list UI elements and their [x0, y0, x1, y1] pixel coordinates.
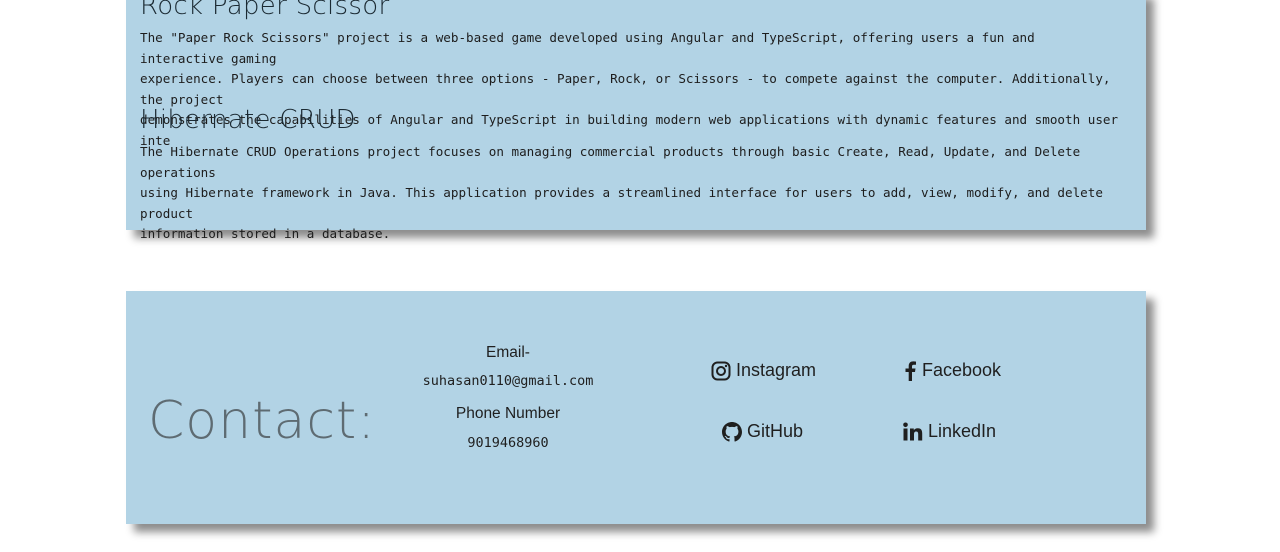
linkedin-icon [903, 422, 923, 440]
linkedin-label: LinkedIn [928, 421, 997, 441]
projects-card: Rock Paper Scissor The "Paper Rock Sciss… [126, 0, 1146, 241]
contact-heading: Contact: [148, 391, 376, 451]
project-hibernate-crud: Hibernate CRUD The Hibernate CRUD Operat… [140, 104, 1120, 245]
email-label: Email- [486, 344, 530, 361]
facebook-label: Facebook [922, 360, 1002, 380]
facebook-icon [905, 360, 916, 381]
instagram-icon [711, 361, 731, 380]
instagram-link[interactable]: Instagram [711, 360, 816, 381]
project-title: Rock Paper Scissor [140, 0, 390, 21]
phone-label: Phone Number [455, 405, 561, 422]
project-description: The Hibernate CRUD Operations project fo… [140, 144, 1103, 241]
email-address[interactable]: suhasan0110@gmail.com [408, 373, 608, 389]
phone-number[interactable]: 9019468960 [408, 435, 608, 451]
facebook-link[interactable]: Facebook [903, 360, 1001, 381]
project-title: Hibernate CRUD [140, 105, 356, 135]
linkedin-link[interactable]: LinkedIn [903, 421, 996, 442]
github-label: GitHub [747, 421, 804, 441]
instagram-label: Instagram [736, 360, 817, 380]
github-icon [722, 421, 742, 442]
github-link[interactable]: GitHub [722, 421, 803, 442]
contact-card: Contact: Email- suhasan0110@gmail.com Ph… [126, 291, 1146, 524]
